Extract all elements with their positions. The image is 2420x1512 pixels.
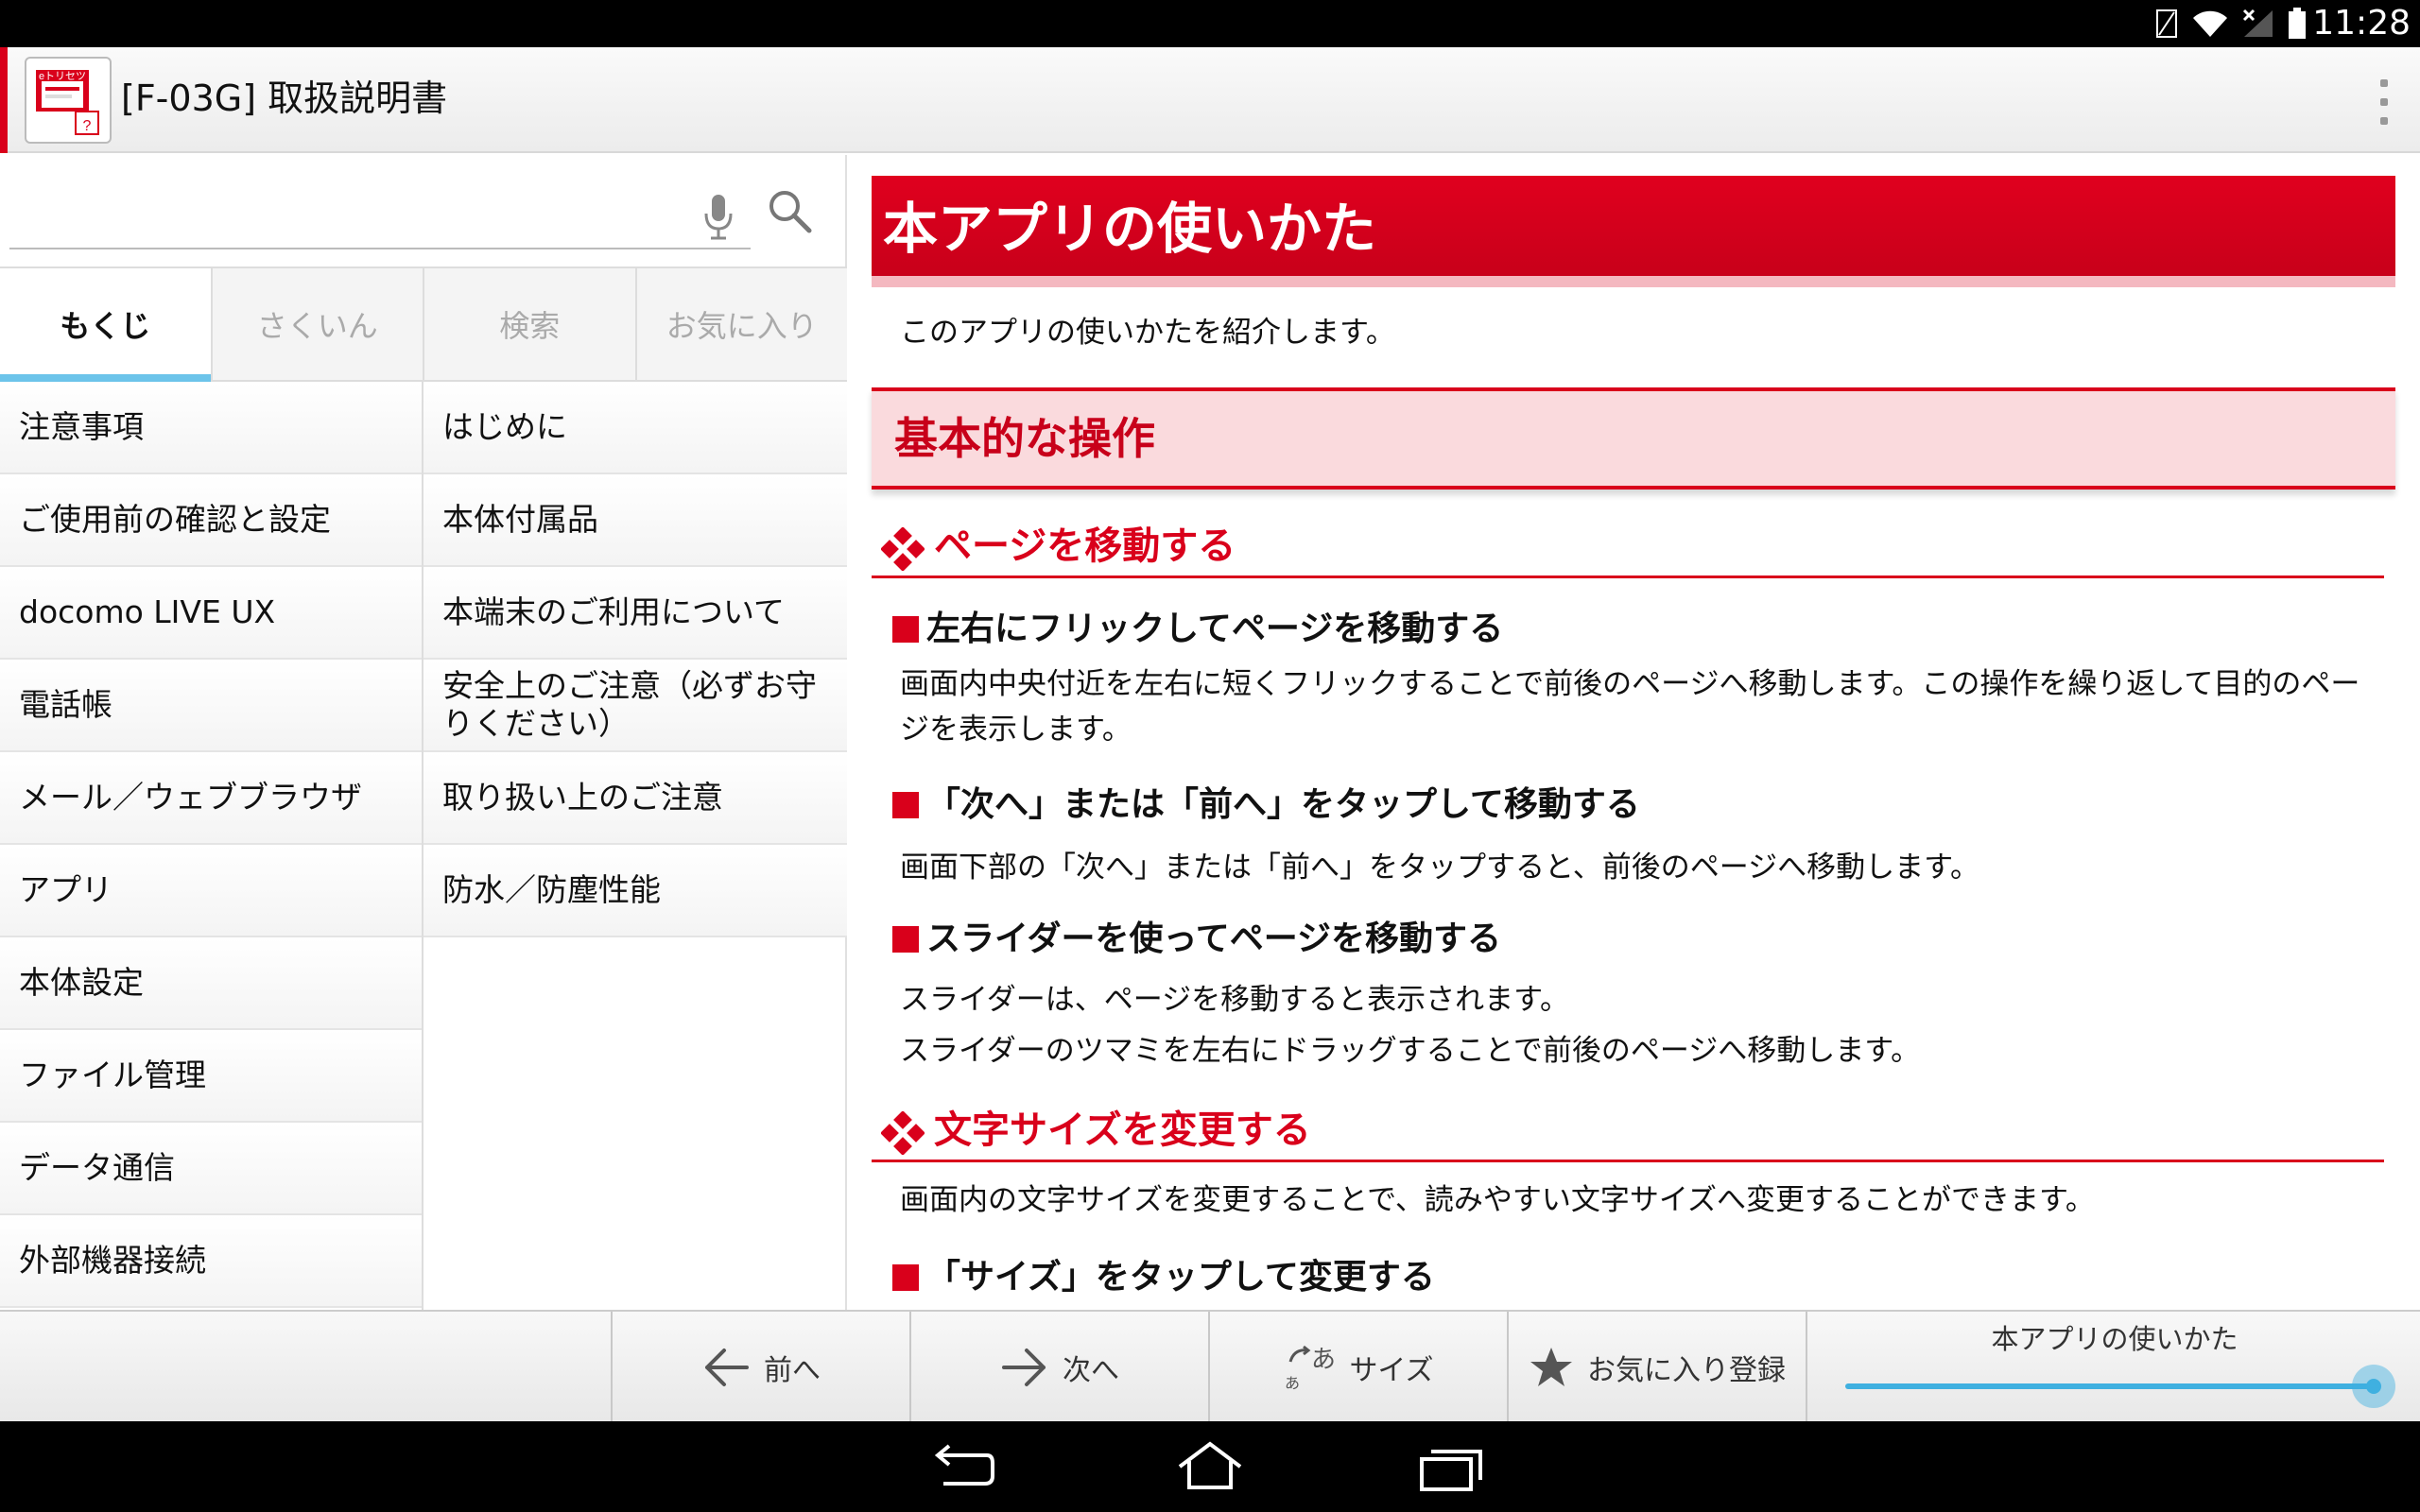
svg-text:?: ? <box>83 118 92 134</box>
item-heading-text: 「次へ」または「前へ」をタップして移動する <box>926 785 1640 824</box>
item-heading: スライダーを使ってページを移動する <box>892 919 1501 960</box>
mic-icon[interactable] <box>700 189 737 246</box>
signal-icon <box>2242 9 2273 37</box>
content-pane[interactable]: 本アプリの使いかた このアプリの使いかたを紹介します。 基本的な操作 ページを移… <box>849 155 2420 1310</box>
svg-text:eトリセツ: eトリセツ <box>39 70 86 82</box>
toc-column-right: はじめに 本体付属品 本端末のご利用について 安全上のご注意（必ずお守りください… <box>424 382 847 1310</box>
prev-button-label: 前へ <box>764 1354 821 1387</box>
status-time: 11:28 <box>2312 4 2411 43</box>
item-body: 画面下部の「次へ」または「前へ」をタップすると、前後のページへ移動します。 <box>900 850 1980 885</box>
item-heading: 左右にフリックしてページを移動する <box>892 609 1503 650</box>
system-navigation-bar <box>0 1421 2420 1512</box>
square-bullet-icon <box>892 616 919 643</box>
item-body: 画面内の文字サイズを変更することで、読みやすい文字サイズへ変更することができます… <box>900 1183 2095 1217</box>
toc-item[interactable]: データ通信 <box>0 1123 422 1215</box>
item-body: スライダーのツマミを左右にドラッグすることで前後のページへ移動します。 <box>900 1034 1921 1068</box>
square-bullet-icon <box>892 926 919 953</box>
navigation-pane: もくじ さくいん 検索 お気に入り 注意事項 ご使用前の確認と設定 docomo… <box>0 155 847 1310</box>
arrow-left-icon <box>705 1349 749 1386</box>
toc-item[interactable]: 本端末のご利用について <box>424 567 847 660</box>
toc-column-left: 注意事項 ご使用前の確認と設定 docomo LIVE UX 電話帳 メール／ウ… <box>0 382 424 1310</box>
slider-label: 本アプリの使いかた <box>1991 1323 2238 1355</box>
size-button[interactable]: あ あ サイズ <box>1208 1312 1507 1423</box>
item-heading: 「サイズ」をタップして変更する <box>892 1257 1435 1298</box>
toc-item[interactable]: はじめに <box>424 382 847 474</box>
section-title: 基本的な操作 <box>894 413 1155 464</box>
diamond-bullet-icon <box>881 527 925 571</box>
add-favorite-label: お気に入り登録 <box>1587 1354 1786 1387</box>
toc-item[interactable]: 本体付属品 <box>424 474 847 567</box>
arrow-right-icon <box>1002 1349 1046 1386</box>
toc-item[interactable]: 安全上のご注意（必ずお守りください） <box>424 660 847 752</box>
toc-item[interactable]: 取り扱い上のご注意 <box>424 752 847 845</box>
subheading-move-page: ページを移動する <box>872 512 2384 578</box>
battery-icon <box>2289 8 2306 39</box>
item-body: 画面内中央付近を左右に短くフリックすることで前後のページへ移動します。この操作を… <box>900 667 2360 747</box>
page-slider[interactable]: 本アプリの使いかた <box>1806 1312 2420 1423</box>
svg-text:あ: あ <box>1311 1346 1336 1374</box>
page-title: 本アプリの使いかた <box>883 197 1377 261</box>
back-icon[interactable] <box>925 1438 1000 1495</box>
diamond-bullet-icon <box>881 1111 925 1155</box>
next-button[interactable]: 次へ <box>909 1312 1208 1423</box>
tab-contents[interactable]: もくじ <box>0 268 213 382</box>
add-favorite-button[interactable]: お気に入り登録 <box>1507 1312 1806 1423</box>
item-heading: 「次へ」または「前へ」をタップして移動する <box>892 784 1640 826</box>
tab-favorites[interactable]: お気に入り <box>637 268 848 380</box>
subheading-title: 文字サイズを変更する <box>934 1108 1311 1152</box>
slider-track[interactable] <box>1845 1383 2375 1389</box>
square-bullet-icon <box>892 792 919 818</box>
square-bullet-icon <box>892 1264 919 1291</box>
section-header: 基本的な操作 <box>872 387 2395 490</box>
toc-item[interactable]: 防水／防塵性能 <box>424 845 847 937</box>
toc-item[interactable]: ファイル管理 <box>0 1030 422 1123</box>
search-area <box>0 155 847 266</box>
svg-text:あ: あ <box>1285 1374 1300 1392</box>
tab-index[interactable]: さくいん <box>213 268 424 380</box>
recents-icon[interactable] <box>1414 1438 1490 1495</box>
action-bar: eトリセツ ? [F-03G] 取扱説明書 <box>0 47 2420 153</box>
subheading-text-size: 文字サイズを変更する <box>872 1096 2384 1162</box>
action-bar-accent <box>0 47 8 153</box>
app-logo-icon[interactable]: eトリセツ ? <box>25 57 112 144</box>
bottom-toolbar: 前へ 次へ あ あ サイズ お気に入り登録 本アプリの使いかた <box>0 1310 2420 1423</box>
sim-icon <box>2156 9 2177 38</box>
overflow-menu-icon[interactable] <box>2365 74 2403 130</box>
search-icon[interactable] <box>766 187 815 236</box>
tab-search[interactable]: 検索 <box>424 268 637 380</box>
prev-button[interactable]: 前へ <box>611 1312 909 1423</box>
size-button-label: サイズ <box>1349 1354 1434 1387</box>
search-input[interactable] <box>9 193 751 249</box>
toc-item[interactable]: 本体設定 <box>0 937 422 1030</box>
app-title: [F-03G] 取扱説明書 <box>121 77 448 119</box>
toc-item[interactable]: 電話帳 <box>0 660 422 752</box>
subheading-title: ページを移動する <box>934 524 1236 568</box>
item-heading-text: 左右にフリックしてページを移動する <box>926 610 1504 648</box>
status-icons <box>2155 8 2307 40</box>
item-heading-text: 「サイズ」をタップして変更する <box>926 1258 1435 1297</box>
item-heading-text: スライダーを使ってページを移動する <box>926 919 1502 958</box>
slider-thumb[interactable] <box>2352 1365 2395 1408</box>
next-button-label: 次へ <box>1063 1354 1119 1387</box>
table-of-contents: 注意事項 ご使用前の確認と設定 docomo LIVE UX 電話帳 メール／ウ… <box>0 382 847 1310</box>
page-intro: このアプリの使いかたを紹介します。 <box>900 316 1395 350</box>
status-bar: 11:28 <box>0 0 2420 47</box>
toc-item[interactable]: メール／ウェブブラウザ <box>0 752 422 845</box>
toc-item[interactable]: docomo LIVE UX <box>0 567 422 660</box>
item-body: スライダーは、ページを移動すると表示されます。 <box>900 983 1570 1017</box>
tab-bar: もくじ さくいん 検索 お気に入り <box>0 266 847 382</box>
star-icon <box>1530 1348 1572 1386</box>
wifi-icon <box>2193 10 2227 37</box>
page-header: 本アプリの使いかた <box>872 176 2395 287</box>
toc-item[interactable]: 注意事項 <box>0 382 422 474</box>
toc-item[interactable]: アプリ <box>0 845 422 937</box>
toc-item[interactable]: ご使用前の確認と設定 <box>0 474 422 567</box>
home-icon[interactable] <box>1172 1438 1248 1495</box>
toc-item[interactable]: 外部機器接続 <box>0 1215 422 1308</box>
text-size-icon: あ あ <box>1285 1345 1336 1392</box>
